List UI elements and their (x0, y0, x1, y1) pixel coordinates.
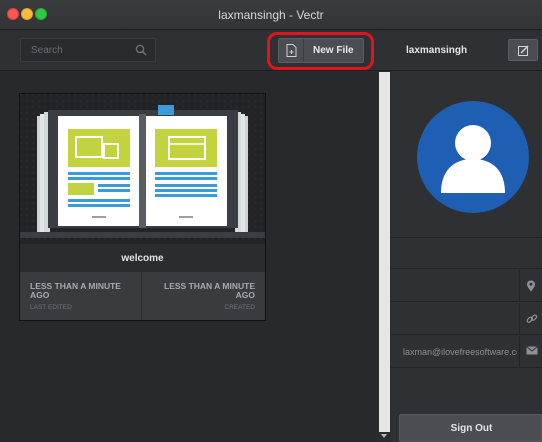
email-icon (526, 346, 538, 355)
sign-out-button[interactable]: Sign Out (399, 414, 542, 442)
window-title: laxmansingh - Vectr (218, 8, 324, 22)
edit-icon (518, 45, 529, 56)
scrollbar-thumb[interactable] (379, 72, 390, 432)
avatar-area (391, 72, 542, 238)
last-edited-col: LESS THAN A MINUTE AGO LAST EDITED (20, 272, 142, 320)
email-icon-col (519, 336, 542, 367)
document-thumbnail[interactable] (20, 94, 265, 244)
edit-profile-button[interactable] (508, 39, 538, 61)
last-edited-label: LAST EDITED (30, 304, 72, 311)
new-file-icon (286, 44, 297, 57)
location-row[interactable] (391, 270, 542, 302)
new-file-label: New File (313, 45, 354, 56)
link-icon (526, 314, 538, 323)
search-icon[interactable] (135, 44, 147, 56)
profile-spacer-row (391, 239, 542, 269)
user-silhouette-icon (441, 125, 505, 193)
search-box[interactable] (20, 38, 156, 62)
location-icon-col (519, 270, 542, 301)
search-input[interactable] (31, 43, 131, 57)
created-value: LESS THAN A MINUTE AGO (164, 281, 255, 300)
link-icon-col (519, 303, 542, 334)
email-row[interactable]: laxman@ilovefreesoftware.com (391, 336, 542, 368)
document-card[interactable]: welcome LESS THAN A MINUTE AGO LAST EDIT… (19, 93, 266, 321)
title-bar: laxmansingh - Vectr (0, 0, 542, 30)
created-label: CREATED (224, 304, 255, 311)
document-title: welcome (121, 253, 164, 264)
profile-panel: laxmansingh laxman@ilovefreesoftware.com… (391, 31, 542, 442)
vectr-window: laxmansingh - Vectr New File (0, 0, 542, 442)
book-illustration (20, 94, 265, 244)
location-pin-icon (527, 280, 535, 292)
profile-username: laxmansingh (406, 45, 468, 56)
main-scrollbar[interactable] (378, 72, 391, 442)
new-file-icon-box (279, 39, 304, 62)
email-text: laxman@ilovefreesoftware.com (403, 347, 517, 357)
created-col: LESS THAN A MINUTE AGO CREATED (143, 272, 265, 320)
new-file-button[interactable]: New File (278, 38, 364, 63)
avatar[interactable] (417, 101, 529, 213)
last-edited-value: LESS THAN A MINUTE AGO (30, 281, 121, 300)
document-meta: LESS THAN A MINUTE AGO LAST EDITED LESS … (20, 272, 265, 320)
sign-out-label: Sign Out (450, 423, 493, 434)
toolbar: New File (0, 31, 391, 71)
profile-header: laxmansingh (391, 31, 542, 71)
scroll-down-arrow-icon[interactable] (381, 434, 387, 438)
website-row[interactable] (391, 303, 542, 335)
document-title-bar[interactable]: welcome (20, 244, 265, 272)
documents-area: welcome LESS THAN A MINUTE AGO LAST EDIT… (0, 72, 378, 442)
